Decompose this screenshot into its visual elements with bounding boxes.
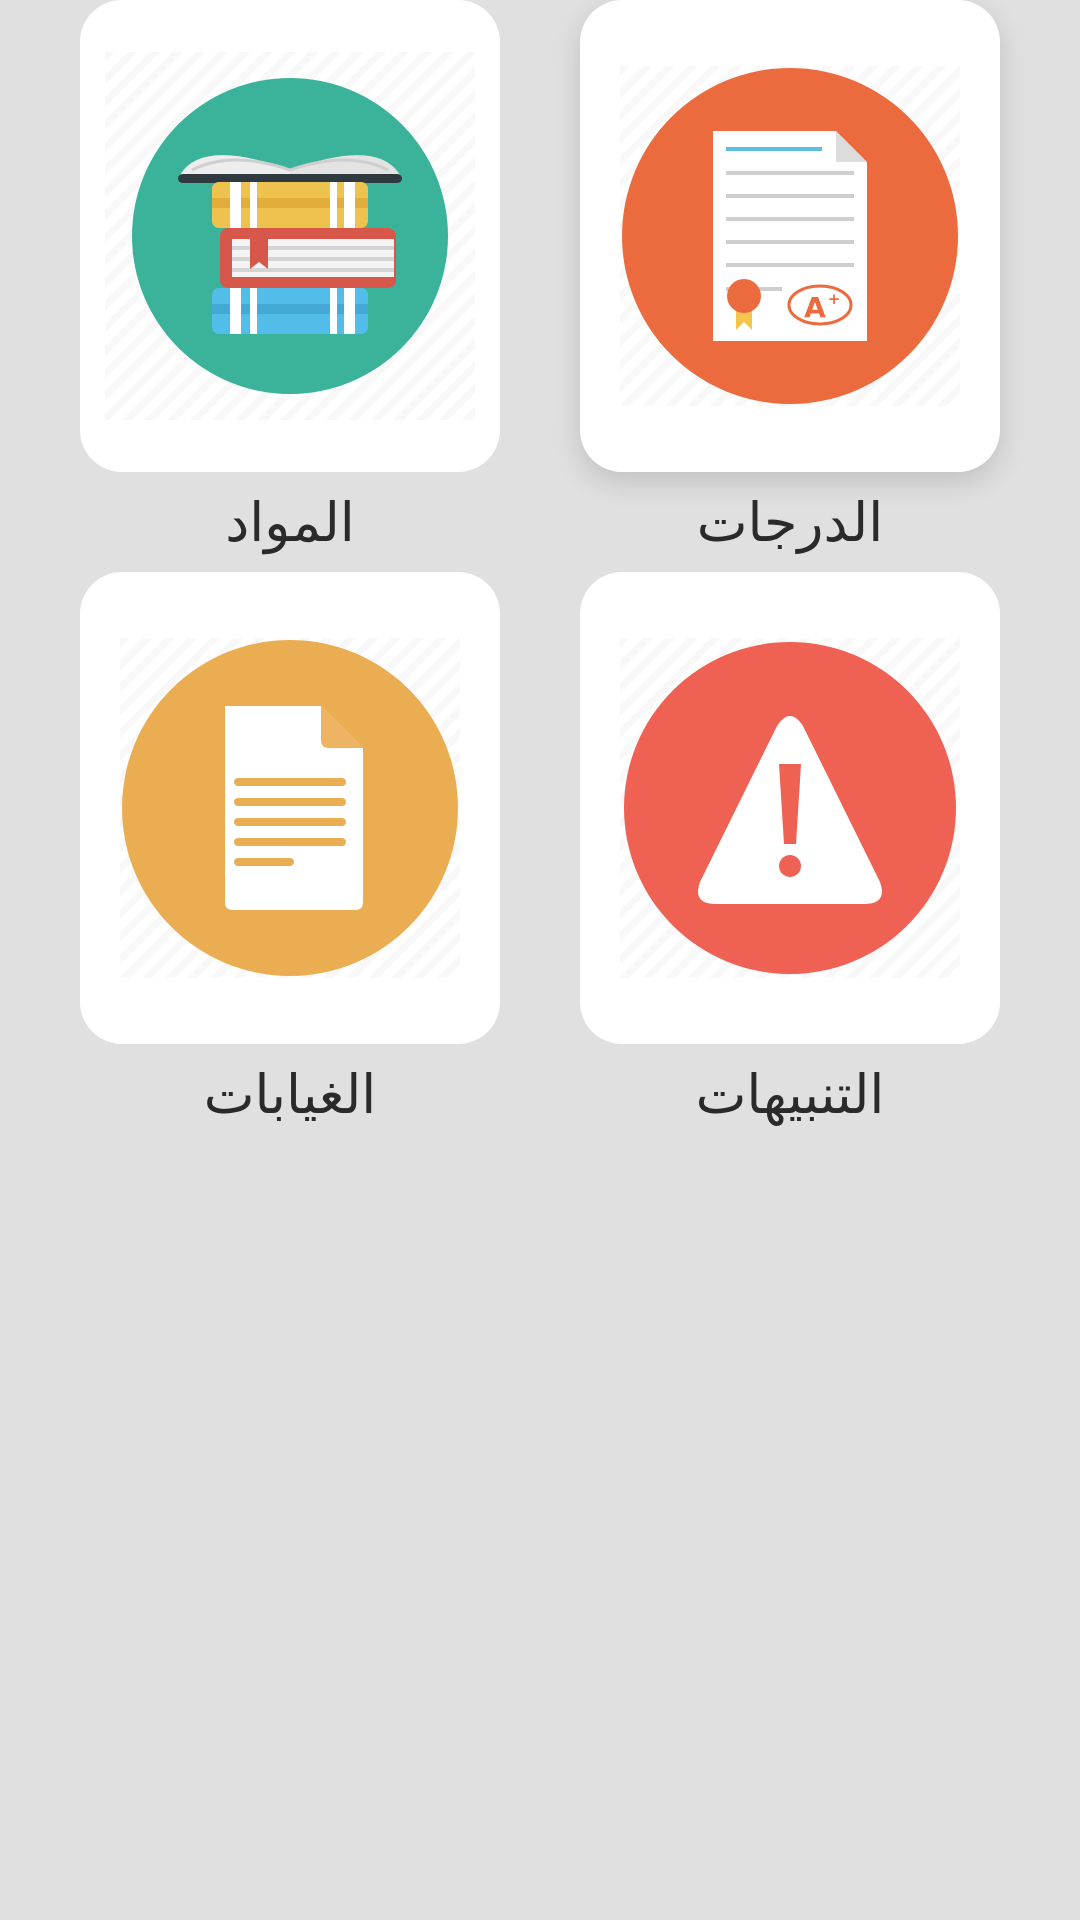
graded-certificate-icon: A + (622, 68, 958, 404)
tile-label-absences: الغيابات (203, 1063, 377, 1126)
tile-grades[interactable]: A + الدرجات (580, 0, 1000, 560)
document-icon (122, 640, 458, 976)
tile-label-alerts: التنبيهات (695, 1063, 885, 1126)
tile-alerts[interactable]: التنبيهات (580, 572, 1000, 1132)
books-icon (132, 78, 448, 394)
menu-grid: المواد A + الدرجات الغيابات التنبيهات (0, 0, 1080, 1920)
tile-absences[interactable]: الغيابات (80, 572, 500, 1132)
subjects-card[interactable] (80, 0, 500, 472)
alerts-card[interactable] (580, 572, 1000, 1044)
absences-card[interactable] (80, 572, 500, 1044)
tile-label-grades: الدرجات (696, 491, 884, 554)
svg-text:A: A (804, 291, 826, 324)
tile-label-subjects: المواد (225, 491, 355, 554)
warning-icon (624, 642, 956, 974)
svg-text:+: + (828, 290, 841, 308)
grades-card[interactable]: A + (580, 0, 1000, 472)
tile-subjects[interactable]: المواد (80, 0, 500, 560)
